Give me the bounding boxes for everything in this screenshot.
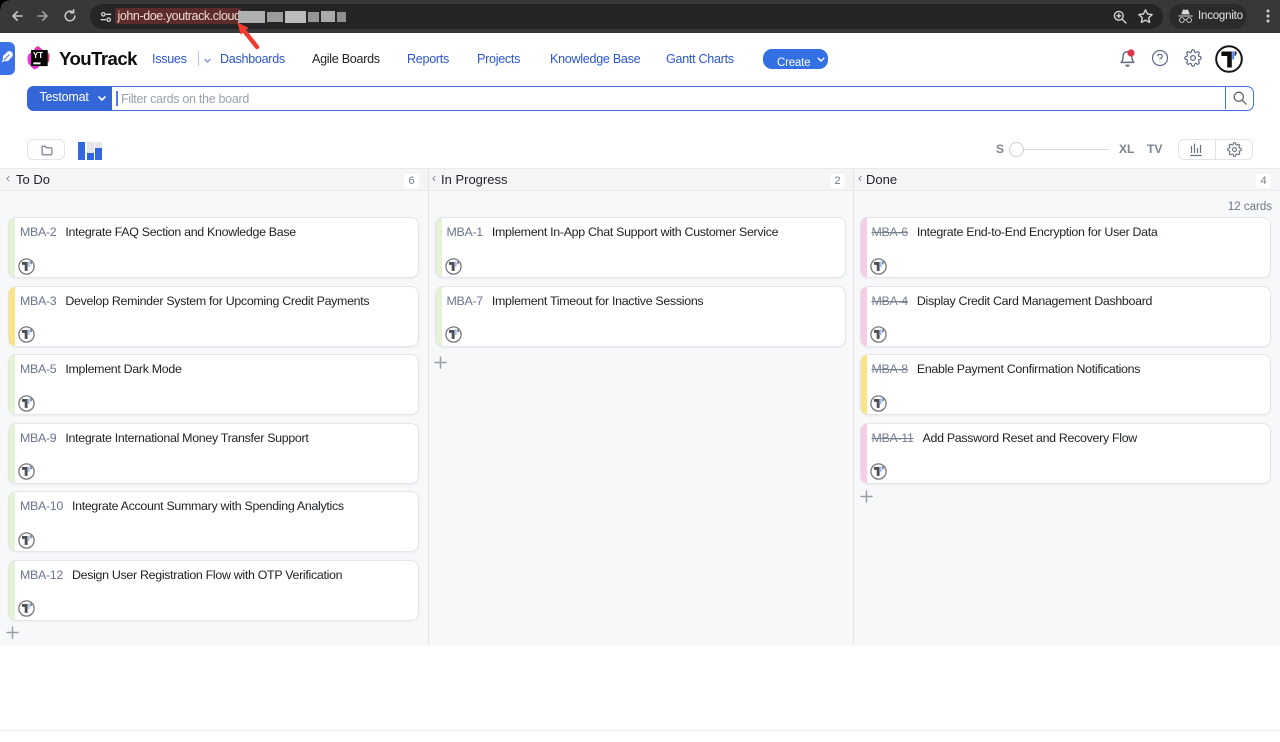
svg-text:YT: YT xyxy=(33,50,43,59)
